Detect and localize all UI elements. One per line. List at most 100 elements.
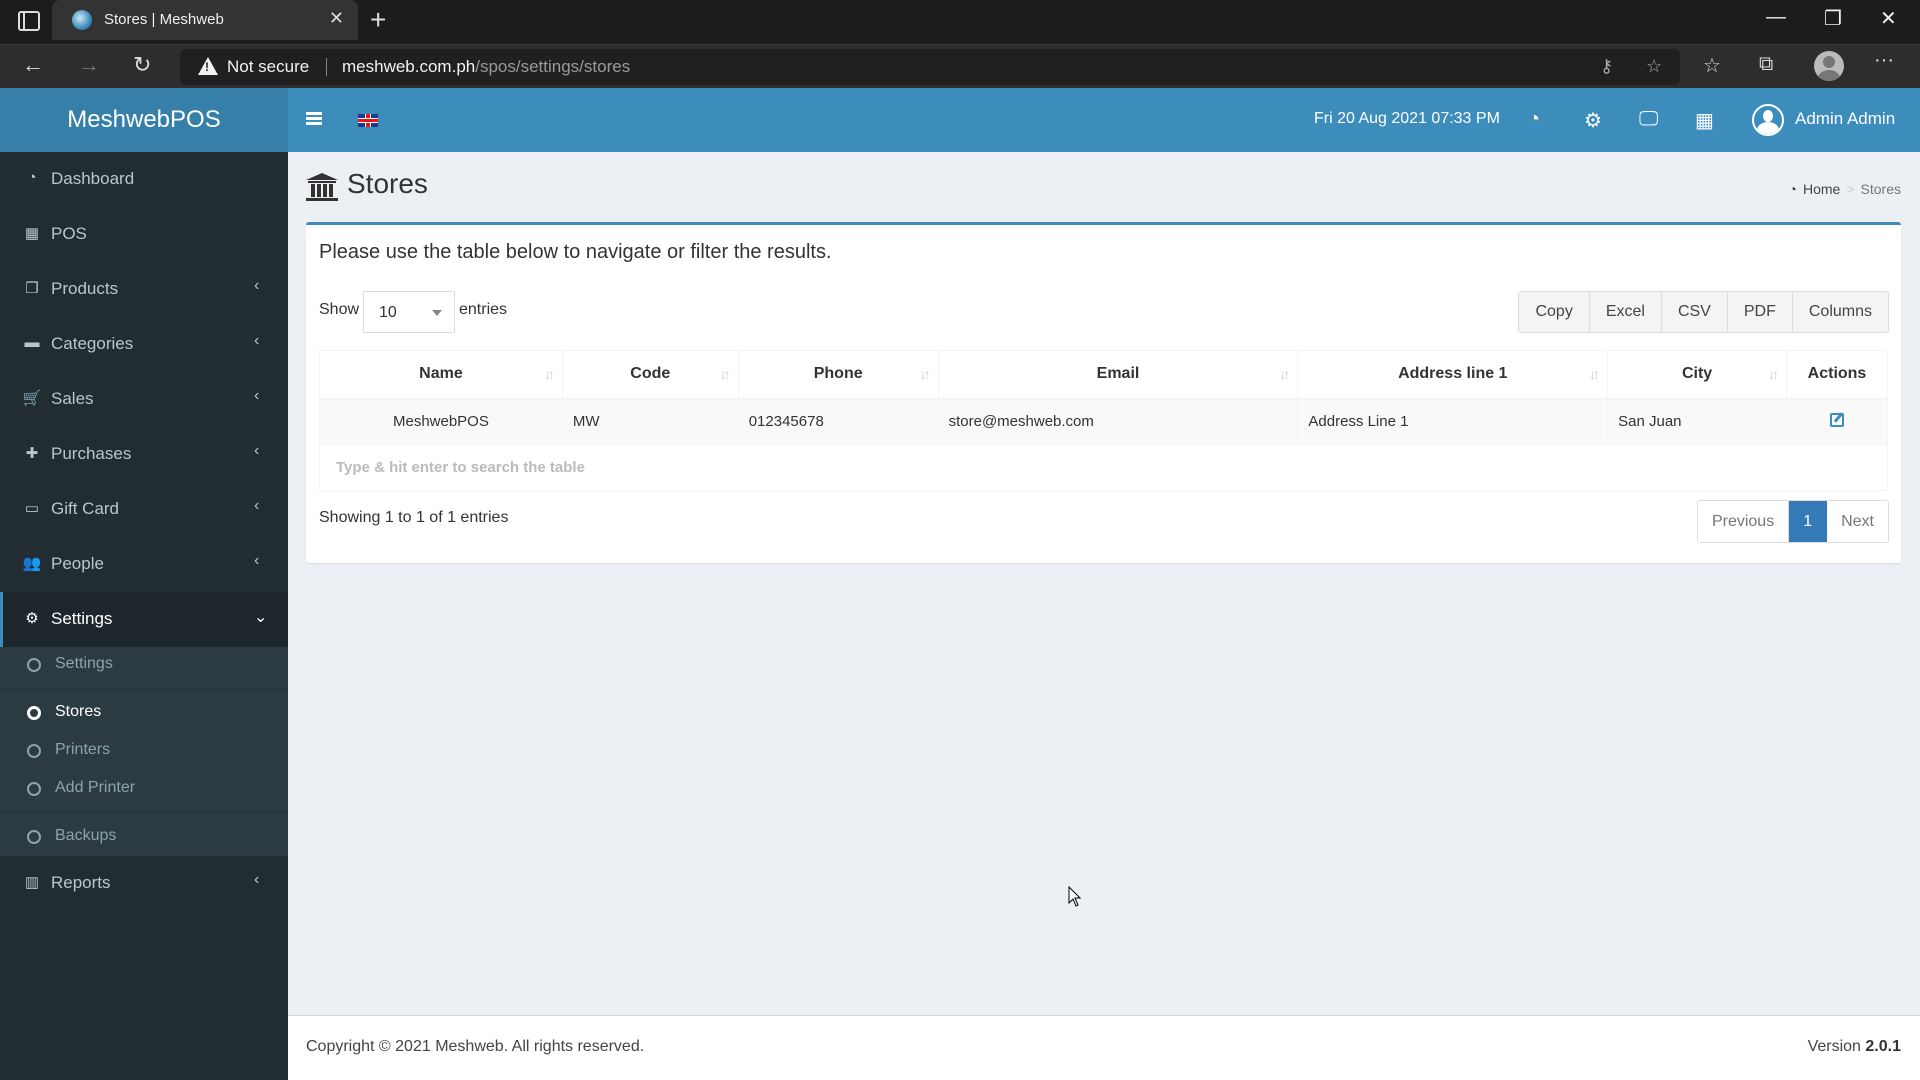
minimize-icon[interactable]: — — [1766, 6, 1786, 29]
user-avatar[interactable] — [1752, 104, 1784, 136]
tab-title: Stores | Meshweb — [104, 11, 224, 28]
circle-icon — [27, 782, 41, 796]
columns-button[interactable]: Columns — [1793, 292, 1888, 332]
dashboard-icon[interactable]: ◔ — [1528, 108, 1540, 131]
submenu-item-stores[interactable]: Stores — [0, 695, 288, 731]
credit-card-icon: ▭ — [24, 500, 40, 517]
excel-button[interactable]: Excel — [1590, 292, 1662, 332]
submenu-item-settings[interactable]: Settings — [0, 647, 288, 683]
sort-icon: ↓↑ — [543, 366, 555, 382]
page-1-button[interactable]: 1 — [1789, 501, 1828, 542]
sidebar-item-reports[interactable]: ▥ Reports ‹ — [0, 856, 288, 911]
current-datetime: Fri 20 Aug 2021 07:33 PM — [1314, 110, 1500, 127]
version-label: Version — [1807, 1038, 1861, 1055]
cell-code: MW — [561, 398, 739, 445]
chevron-left-icon: ‹ — [254, 871, 260, 888]
column-header-name[interactable]: Name ↓↑ — [319, 350, 563, 400]
grid-icon: ▦ — [24, 225, 40, 242]
forward-icon[interactable]: → — [78, 52, 100, 78]
security-label[interactable]: Not secure — [227, 57, 309, 77]
sidebar-item-label: POS — [51, 224, 87, 243]
page-length-value: 10 — [379, 304, 397, 321]
column-header-code[interactable]: Code ↓↑ — [561, 350, 739, 400]
sidebar-item-purchases[interactable]: ✚ Purchases ‹ — [0, 427, 288, 482]
close-tab-icon[interactable]: ✕ — [329, 8, 344, 29]
sidebar-item-sales[interactable]: 🛒 Sales ‹ — [0, 372, 288, 427]
cell-phone: 012345678 — [737, 398, 939, 445]
more-icon[interactable]: ··· — [1874, 49, 1894, 72]
collections-icon[interactable]: ⧉ — [1759, 53, 1773, 76]
sidebar-item-pos[interactable]: ▦ POS — [0, 207, 288, 262]
browser-tab[interactable]: Stores | Meshweb ✕ — [52, 0, 358, 40]
sidebar-item-people[interactable]: 👥 People ‹ — [0, 537, 288, 592]
new-tab-icon[interactable]: + — [370, 4, 386, 36]
sidebar-item-label: Settings — [51, 609, 113, 628]
sort-icon: ↓↑ — [1768, 366, 1779, 382]
browser-profile-icon[interactable] — [1814, 51, 1844, 81]
restore-icon[interactable]: ❐ — [1824, 6, 1842, 31]
app-logo[interactable]: MeshwebPOS — [0, 88, 288, 152]
submenu-item-backups[interactable]: Backups — [0, 819, 288, 855]
edit-icon[interactable] — [1830, 412, 1844, 427]
sort-icon: ↓↑ — [1589, 366, 1600, 382]
column-label: Name — [419, 365, 463, 383]
bank-icon — [306, 173, 338, 201]
intro-text: Please use the table below to navigate o… — [319, 241, 832, 263]
sort-icon: ↓↑ — [719, 366, 731, 382]
monitor-icon[interactable]: 🖵 — [1639, 108, 1658, 131]
url-text[interactable]: meshweb.com.ph/spos/settings/stores — [342, 57, 630, 77]
column-header-actions: Actions — [1786, 350, 1888, 400]
column-header-address[interactable]: Address line 1 ↓↑ — [1297, 350, 1609, 400]
grid-icon[interactable]: ▦ — [1695, 108, 1714, 133]
sidebar-item-products[interactable]: ❒ Products ‹ — [0, 262, 288, 317]
sidebar-item-label: People — [51, 554, 104, 573]
sort-icon: ↓↑ — [919, 366, 931, 382]
sidebar-item-gift-card[interactable]: ▭ Gift Card ‹ — [0, 482, 288, 537]
copyright-text: Copyright © 2021 Meshweb. All rights res… — [306, 1038, 645, 1055]
favorites-icon[interactable]: ☆ — [1703, 53, 1721, 78]
submenu-item-add-printer[interactable]: Add Printer — [0, 771, 288, 807]
previous-page-button[interactable]: Previous — [1697, 501, 1790, 542]
address-bar[interactable]: Not secure meshweb.com.ph/spos/settings/… — [180, 49, 1680, 85]
next-page-button[interactable]: Next — [1827, 501, 1888, 542]
key-icon[interactable]: ⚷ — [1600, 56, 1613, 77]
chevron-left-icon: ‹ — [254, 387, 260, 404]
sidebar-item-label: Dashboard — [51, 169, 135, 188]
submenu-divider — [0, 689, 288, 690]
circle-icon — [27, 830, 41, 844]
tab-actions-icon[interactable] — [18, 11, 40, 31]
folder-icon: ▬ — [24, 334, 40, 351]
chevron-left-icon: ‹ — [254, 277, 260, 294]
table-search-input[interactable]: Type & hit enter to search the table — [319, 444, 1888, 491]
sidebar-item-dashboard[interactable]: ◔ Dashboard — [0, 152, 288, 207]
csv-button[interactable]: CSV — [1662, 292, 1728, 332]
entries-label: entries — [459, 301, 508, 318]
uk-flag-icon[interactable] — [358, 114, 378, 127]
close-window-icon[interactable]: ✕ — [1880, 6, 1897, 31]
version-number: 2.0.1 — [1865, 1038, 1901, 1055]
column-label: Address line 1 — [1398, 365, 1508, 383]
submenu-item-printers[interactable]: Printers — [0, 733, 288, 769]
cogs-icon[interactable]: ⚙ — [1584, 108, 1602, 133]
sidebar-toggle-icon[interactable] — [306, 112, 322, 126]
column-header-phone[interactable]: Phone ↓↑ — [737, 350, 939, 400]
breadcrumb-home[interactable]: Home — [1803, 181, 1840, 197]
dashboard-icon: ◔ — [27, 169, 37, 186]
sidebar: ◔ Dashboard ▦ POS ❒ Products ‹ ▬ Categor… — [0, 152, 288, 1080]
column-header-city[interactable]: City ↓↑ — [1607, 350, 1787, 400]
copy-button[interactable]: Copy — [1519, 292, 1590, 332]
column-header-email[interactable]: Email ↓↑ — [937, 350, 1299, 400]
submenu-item-label: Settings — [55, 655, 113, 672]
cell-city: San Juan — [1607, 398, 1787, 445]
page-length-select[interactable]: 10 — [363, 291, 455, 333]
add-favorite-icon[interactable]: ☆ — [1646, 56, 1662, 77]
pdf-button[interactable]: PDF — [1728, 292, 1793, 332]
table-row[interactable]: MeshwebPOS MW 012345678 store@meshweb.co… — [319, 398, 1888, 445]
sidebar-item-settings[interactable]: ⚙ Settings ⌄ — [0, 592, 288, 647]
user-menu[interactable]: Admin Admin — [1795, 109, 1895, 129]
sidebar-item-categories[interactable]: ▬ Categories ‹ — [0, 317, 288, 372]
back-icon[interactable]: ← — [22, 52, 44, 78]
dashboard-icon: ◔ — [1788, 181, 1797, 197]
reload-icon[interactable]: ↻ — [133, 52, 151, 78]
cart-icon: 🛒 — [22, 390, 42, 407]
